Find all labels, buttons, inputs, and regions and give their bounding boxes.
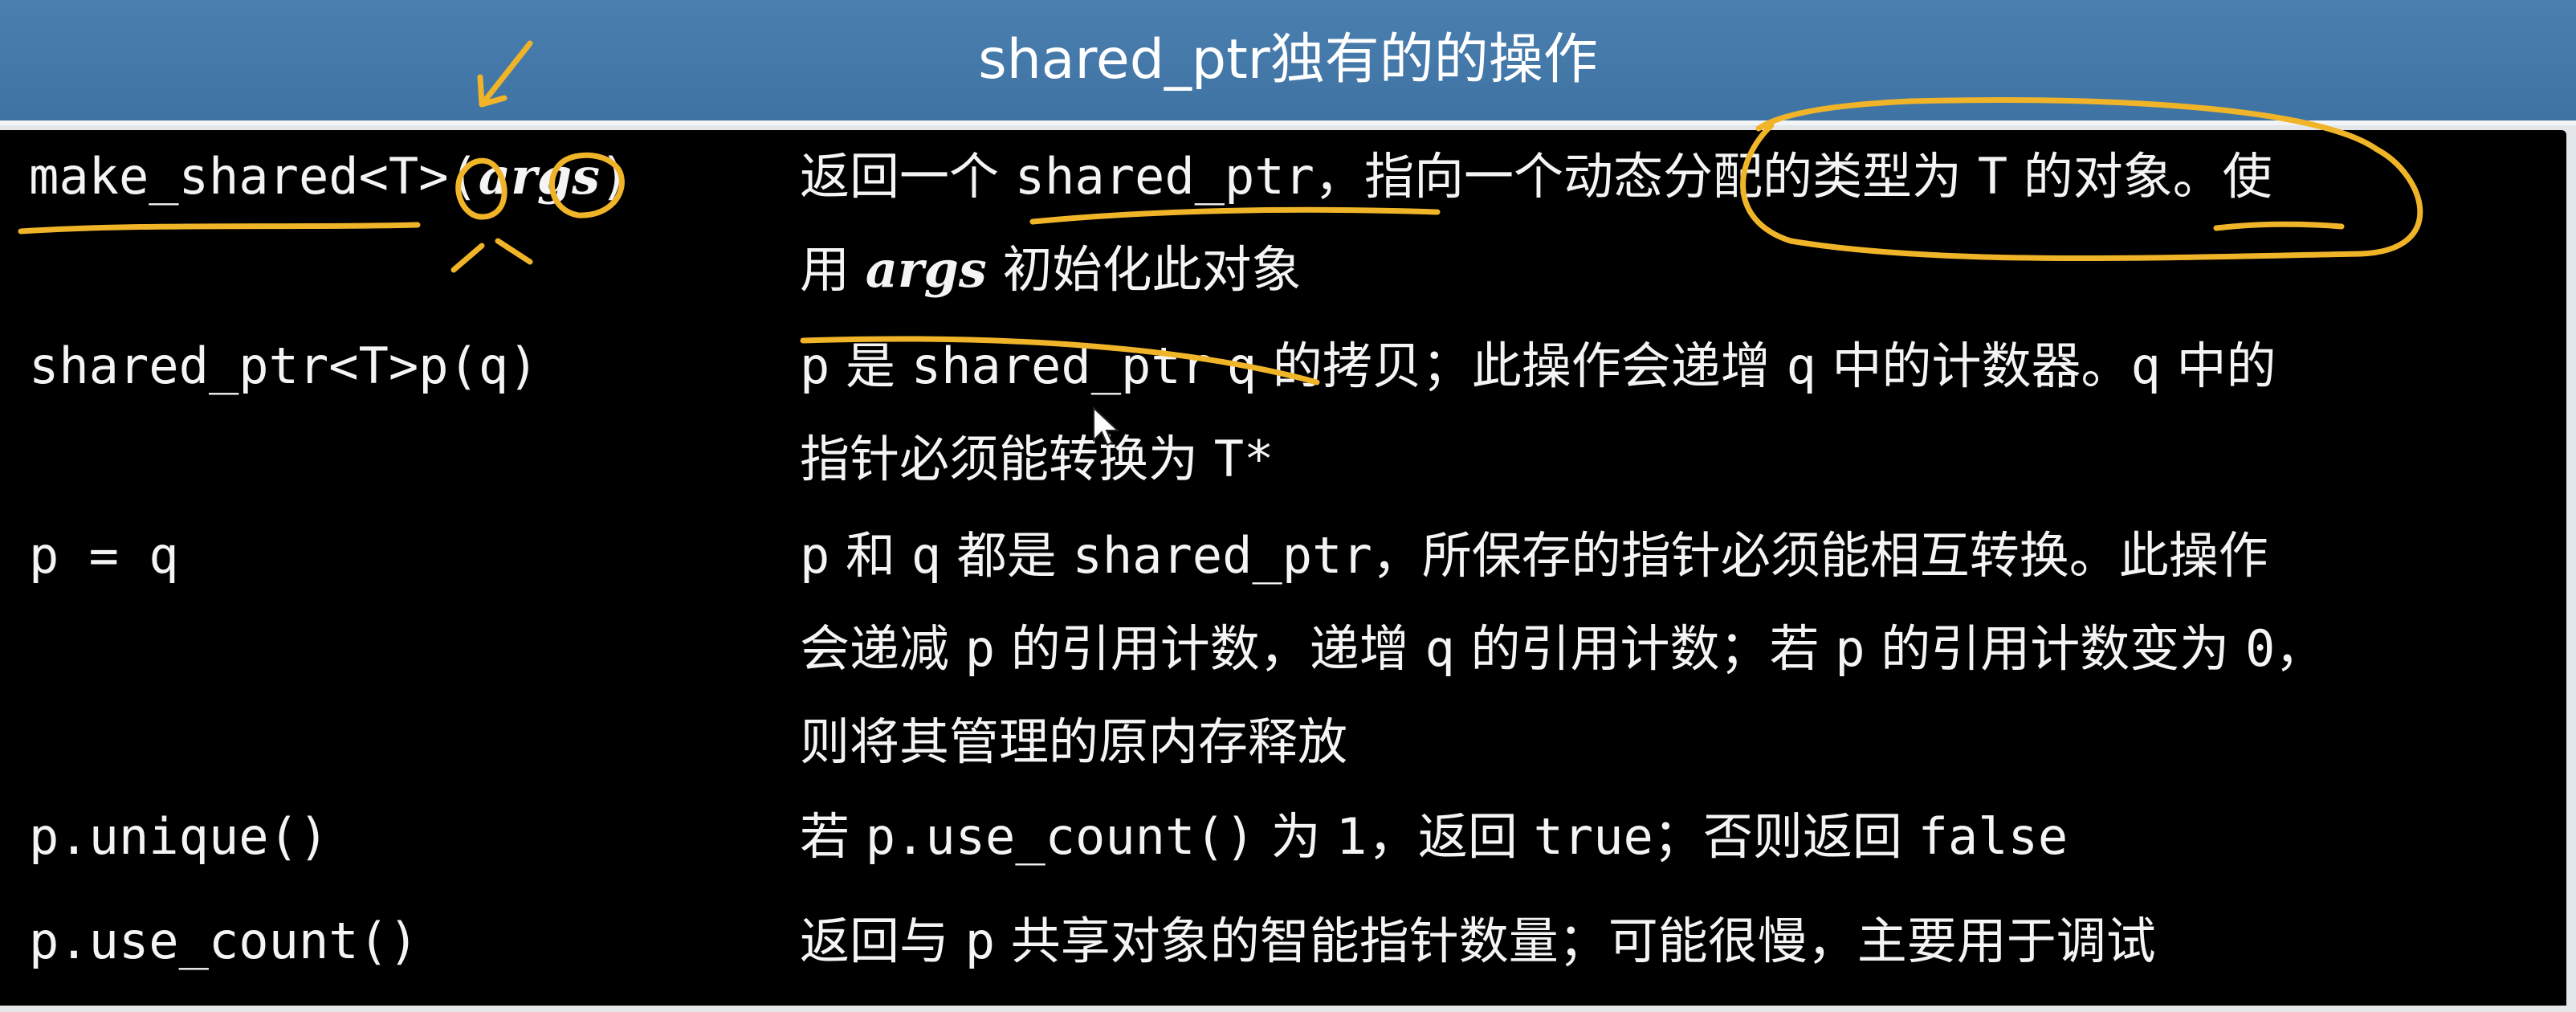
description-text: 返回一个 [800,147,1015,206]
code-token: p [964,912,996,970]
description-line: 指针必须能转换为 T* [800,413,2542,506]
description-line: 返回与 p 共享对象的智能指针数量；可能很慢，主要用于调试 [800,895,2542,988]
operation-cell: make_shared<T>(args) [29,130,630,223]
description-text: 若 [800,807,866,866]
code-token: q [911,526,942,585]
code-token: shared_ptr [911,337,1212,395]
description-cell: 返回一个 shared_ptr，指向一个动态分配的类型为 T 的对象。使用 ar… [800,130,2542,316]
description-text: 的引用计数；若 [1454,619,1836,678]
slide: shared_ptr独有的的操作 make_shared<T>(args) 返回… [0,0,2576,1012]
operation-text: p.unique() [29,807,329,866]
description-text: 的对象。使 [2007,147,2272,206]
description-line: p 和 q 都是 shared_ptr，所保存的指针必须能相互转换。此操作 [800,509,2542,602]
description-text: 用 [800,240,866,299]
code-token: p [1835,619,1865,678]
operation-cell: p.unique() [29,790,328,883]
code-token: p [800,337,830,395]
description-text: 为 1，返回 [1254,807,1534,866]
description-text: 中的计数器。 [1816,337,2131,395]
operation-cell: p = q [29,509,179,602]
operations-table: make_shared<T>(args) 返回一个 shared_ptr，指向一… [0,130,2566,1006]
operation-cell: p.use_count() [29,895,418,988]
description-line: 则将其管理的原内存释放 [800,696,2542,789]
description-cell: p 和 q 都是 shared_ptr，所保存的指针必须能相互转换。此操作 会递减… [800,509,2542,789]
code-token: true [1533,807,1653,866]
description-text: 都是 [941,526,1073,585]
description-text: 中的 [2160,337,2276,395]
description-text: ；否则返回 [1653,807,1918,866]
italic-term: args [865,240,987,299]
operation-text: p = q [29,526,179,585]
code-token: q [1786,337,1816,395]
code-token: shared_ptr [1014,147,1314,206]
description-text: ，指向一个动态分配的类型为 [1314,147,1978,206]
code-token: p.use_count() [865,807,1255,866]
operation-text: shared_ptr<T>p(q) [29,337,539,395]
code-token: 0 [2244,619,2276,678]
code-token: p [800,526,830,585]
description-text: 指针必须能转换为 [800,430,1214,488]
description-text [1211,337,1227,395]
description-text: ，所保存的指针必须能相互转换。此操作 [1372,526,2268,585]
description-text: 的引用计数，递增 [995,619,1425,678]
mouse-cursor-icon [1093,406,1120,447]
description-text: 的引用计数变为 [1865,619,2245,678]
description-text: 返回与 [800,912,965,970]
description-text: 是 [829,337,911,395]
code-token: q [1425,619,1455,678]
description-text: 初始化此对象 [986,240,1302,299]
description-line: 会递减 p 的引用计数，递增 q 的引用计数；若 p 的引用计数变为 0， [800,602,2542,696]
operation-cell: shared_ptr<T>p(q) [29,320,539,413]
description-text: 共享对象的智能指针数量；可能很慢，主要用于调试 [995,912,2156,970]
code-token: false [1918,807,2069,866]
code-token: T* [1213,430,1274,488]
operation-text: make_shared<T>( [29,147,479,206]
description-line: 若 p.use_count() 为 1，返回 true；否则返回 false [800,790,2542,883]
description-line: 返回一个 shared_ptr，指向一个动态分配的类型为 T 的对象。使 [800,130,2542,223]
description-cell: p 是 shared_ptr q 的拷贝；此操作会递增 q 中的计数器。q 中的… [800,320,2542,506]
description-text: 的拷贝；此操作会递增 [1257,337,1787,395]
description-text: ， [2275,619,2325,678]
operation-text-end: ) [600,147,630,206]
code-token: q [2130,337,2161,395]
description-text: 和 [829,526,911,585]
operation-text: p.use_count() [29,912,419,970]
code-token: p [964,619,996,678]
description-text: 则将其管理的原内存释放 [800,712,1348,771]
description-cell: 返回与 p 共享对象的智能指针数量；可能很慢，主要用于调试 [800,895,2542,988]
description-cell: 若 p.use_count() 为 1，返回 true；否则返回 false [800,790,2542,883]
description-line: p 是 shared_ptr q 的拷贝；此操作会递增 q 中的计数器。q 中的 [800,320,2542,413]
operation-arg: args [478,147,601,206]
description-text: 会递减 [800,619,965,678]
code-token: T [1977,147,2008,206]
slide-title: shared_ptr独有的的操作 [0,0,2576,125]
code-token: q [1226,337,1257,395]
description-line: 用 args 初始化此对象 [800,223,2542,316]
code-token: shared_ptr [1072,526,1372,585]
